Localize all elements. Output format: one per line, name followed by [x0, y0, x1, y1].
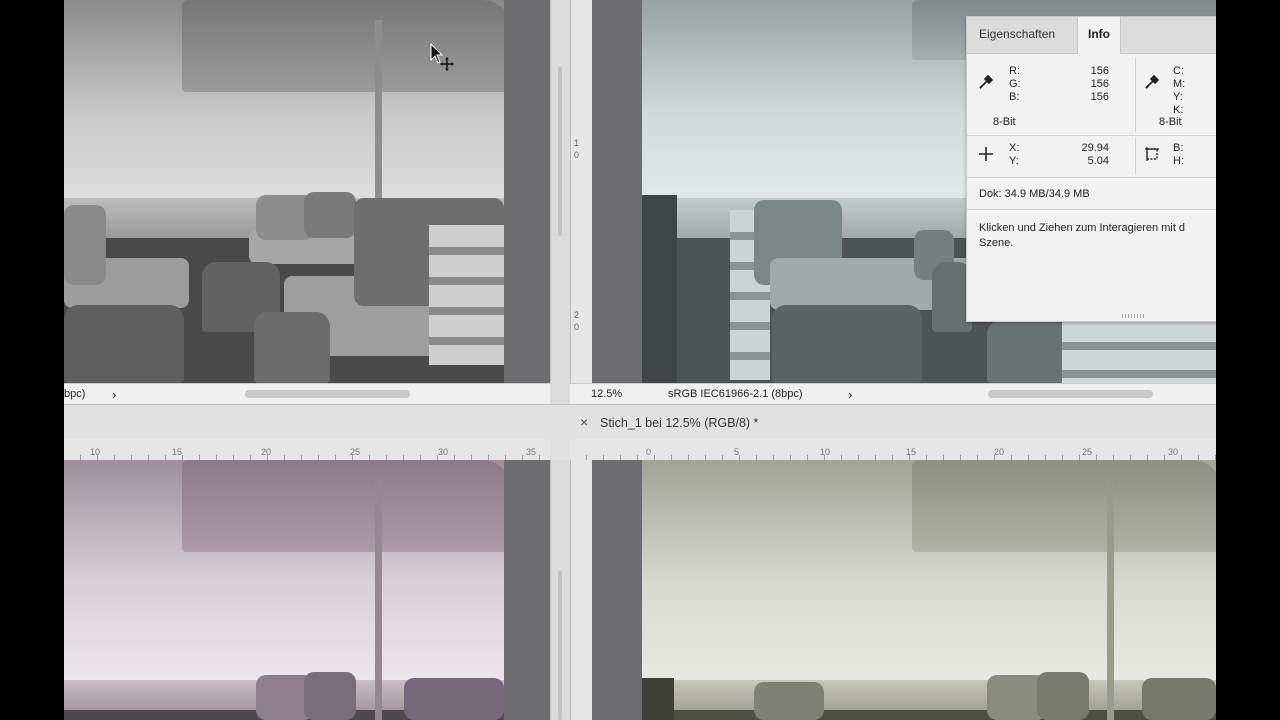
- selection-size-icon: [1143, 145, 1161, 163]
- color-profile-text: sRGB IEC61966-2.1 (8bpc): [668, 388, 803, 400]
- view-separator: [550, 439, 570, 460]
- cmyk-label-m: M:: [1173, 78, 1186, 90]
- eyedropper-icon: [1143, 73, 1161, 91]
- vertical-ruler-bottom-right: [570, 460, 593, 720]
- position-value-y: 5.04: [1087, 155, 1109, 167]
- info-panel[interactable]: Eigenschaften Info R: G: B: 156 156 156 …: [966, 16, 1222, 322]
- position-label-x: X:: [1009, 142, 1020, 154]
- horizontal-scrollbar[interactable]: [988, 390, 1153, 398]
- move-cursor-icon: [430, 42, 456, 71]
- cmyk-label-y: Y:: [1173, 91, 1183, 103]
- panel-divider-vertical: [1135, 57, 1136, 132]
- document-tab-bar: × Stich_1 bei 12.5% (RGB/8) *: [570, 404, 1216, 440]
- tab-info[interactable]: Info: [1077, 17, 1121, 54]
- canvas-bottom-left[interactable]: [64, 460, 550, 720]
- status-menu-arrow[interactable]: ›: [848, 387, 852, 402]
- document-tab-bar-left: [64, 404, 570, 440]
- canvas-top-left[interactable]: [64, 0, 550, 383]
- close-tab-icon[interactable]: ×: [580, 414, 588, 430]
- rgb-value-r: 156: [1090, 65, 1109, 77]
- horizontal-scrollbar[interactable]: [245, 390, 410, 398]
- canvas-gray-area: [504, 0, 550, 383]
- cmyk-bit-depth: 8-Bit: [1159, 116, 1182, 128]
- position-label-y: Y:: [1009, 155, 1019, 167]
- info-hint-text: Klicken und Ziehen zum Interagieren mit …: [979, 222, 1186, 249]
- size-label-h: H:: [1173, 155, 1184, 167]
- panel-divider-vertical: [1135, 137, 1136, 175]
- view-separator: [550, 383, 570, 404]
- photo-bottom-left: [64, 460, 504, 720]
- panel-divider: [967, 135, 1221, 136]
- rgb-value-g: 156: [1090, 78, 1109, 90]
- status-bar-right: 12.5% sRGB IEC61966-2.1 (8bpc) ›: [570, 383, 1216, 405]
- crosshair-icon: [977, 145, 995, 163]
- canvas-gray-area: [504, 460, 550, 720]
- horizontal-ruler-right: 0 5 10 15 20 25 30: [570, 439, 1216, 461]
- vertical-ruler-bottom-left: [550, 460, 571, 720]
- zoom-level[interactable]: 12.5%: [591, 388, 622, 400]
- rgb-value-b: 156: [1090, 91, 1109, 103]
- canvas-bottom-right[interactable]: [592, 460, 1216, 720]
- rgb-label-r: R:: [1009, 65, 1020, 77]
- tab-eigenschaften[interactable]: Eigenschaften: [969, 17, 1065, 51]
- position-value-x: 29.94: [1081, 142, 1109, 154]
- status-bar-left: bpc) ›: [64, 383, 550, 405]
- document-size: Dok: 34.9 MB/34.9 MB: [979, 188, 1090, 200]
- rgb-label-g: G:: [1009, 78, 1021, 90]
- canvas-gray-area: [592, 0, 642, 383]
- document-tab-title[interactable]: Stich_1 bei 12.5% (RGB/8) *: [600, 416, 758, 430]
- color-profile-text: bpc): [64, 388, 86, 400]
- status-menu-arrow[interactable]: ›: [112, 387, 116, 402]
- rgb-bit-depth: 8-Bit: [993, 116, 1016, 128]
- panel-divider: [967, 177, 1221, 178]
- eyedropper-icon: [977, 73, 995, 91]
- size-label-b: B:: [1173, 142, 1184, 154]
- panel-resize-grip[interactable]: [1122, 314, 1146, 318]
- horizontal-ruler-left: 10 15 20 25 30 35: [64, 439, 550, 461]
- screen-border-right: [1216, 0, 1280, 720]
- vertical-ruler-top-right: 1 0 2 0: [570, 0, 593, 383]
- canvas-gray-area: [592, 460, 642, 720]
- cmyk-label-c: C:: [1173, 65, 1184, 77]
- photo-bottom-right: [642, 460, 1216, 720]
- panel-divider: [967, 209, 1221, 210]
- vertical-ruler-top-left: [550, 0, 571, 383]
- rgb-label-b: B:: [1009, 91, 1020, 103]
